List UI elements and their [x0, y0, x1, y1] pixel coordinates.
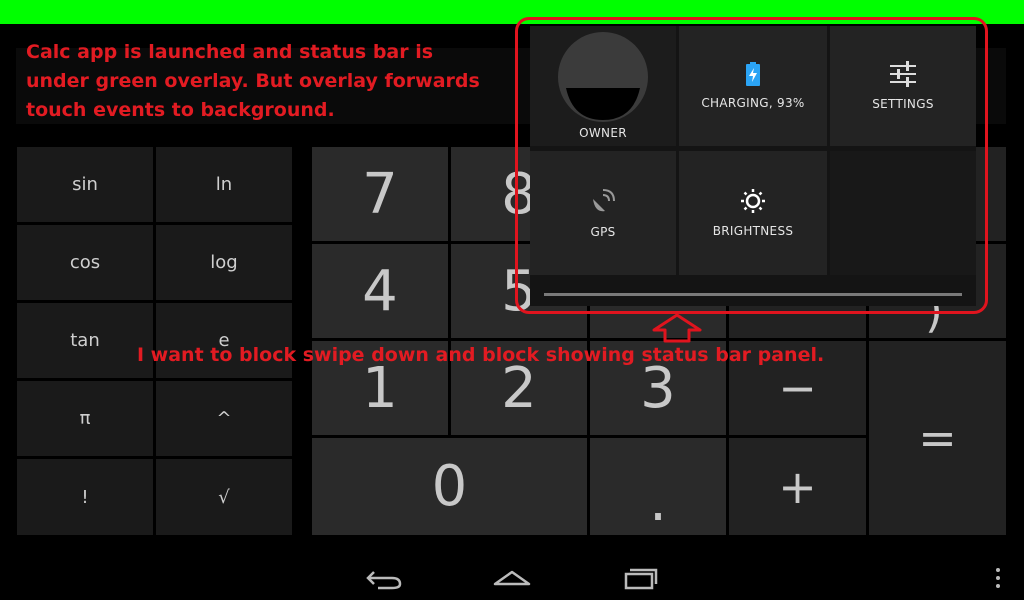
- key-label: 4: [362, 258, 398, 324]
- overflow-menu-icon[interactable]: [992, 566, 1004, 590]
- key-label: tan: [70, 330, 100, 351]
- key-tan[interactable]: tan: [17, 303, 153, 378]
- annotation-bottom: I want to block swipe down and block sho…: [137, 344, 825, 366]
- key-label: .: [649, 469, 667, 534]
- key-label: log: [210, 252, 238, 273]
- key-power[interactable]: ^: [156, 381, 292, 456]
- key-ln[interactable]: ln: [156, 147, 292, 222]
- key-sin[interactable]: sin: [17, 147, 153, 222]
- key-e[interactable]: e: [156, 303, 292, 378]
- key-0[interactable]: 0: [312, 438, 587, 535]
- key-label: !: [81, 486, 89, 508]
- key-plus[interactable]: +: [729, 438, 866, 535]
- key-cos[interactable]: cos: [17, 225, 153, 300]
- key-label: 0: [431, 454, 468, 519]
- key-sqrt[interactable]: √: [156, 459, 292, 535]
- key-log[interactable]: log: [156, 225, 292, 300]
- key-pi[interactable]: π: [17, 381, 153, 456]
- key-factorial[interactable]: !: [17, 459, 153, 535]
- highlight-frame: [515, 17, 988, 314]
- key-4[interactable]: 4: [312, 244, 448, 338]
- home-icon[interactable]: [492, 566, 532, 590]
- recents-icon[interactable]: [620, 566, 660, 590]
- key-label: =: [918, 411, 957, 465]
- key-equals[interactable]: =: [869, 341, 1006, 535]
- key-label: 7: [362, 161, 398, 227]
- key-label: ^: [216, 408, 232, 429]
- key-7[interactable]: 7: [312, 147, 448, 241]
- key-label: sin: [72, 174, 98, 195]
- key-label: ln: [215, 174, 233, 195]
- key-decimal[interactable]: .: [590, 438, 726, 535]
- key-label: −: [778, 361, 817, 415]
- key-label: π: [79, 408, 91, 429]
- arrow-up-icon: [652, 313, 702, 343]
- key-label: cos: [69, 252, 101, 273]
- key-label: +: [778, 459, 817, 514]
- annotation-top: Calc app is launched and status bar is u…: [26, 41, 480, 121]
- key-label: √: [218, 486, 230, 508]
- back-icon[interactable]: [364, 566, 404, 590]
